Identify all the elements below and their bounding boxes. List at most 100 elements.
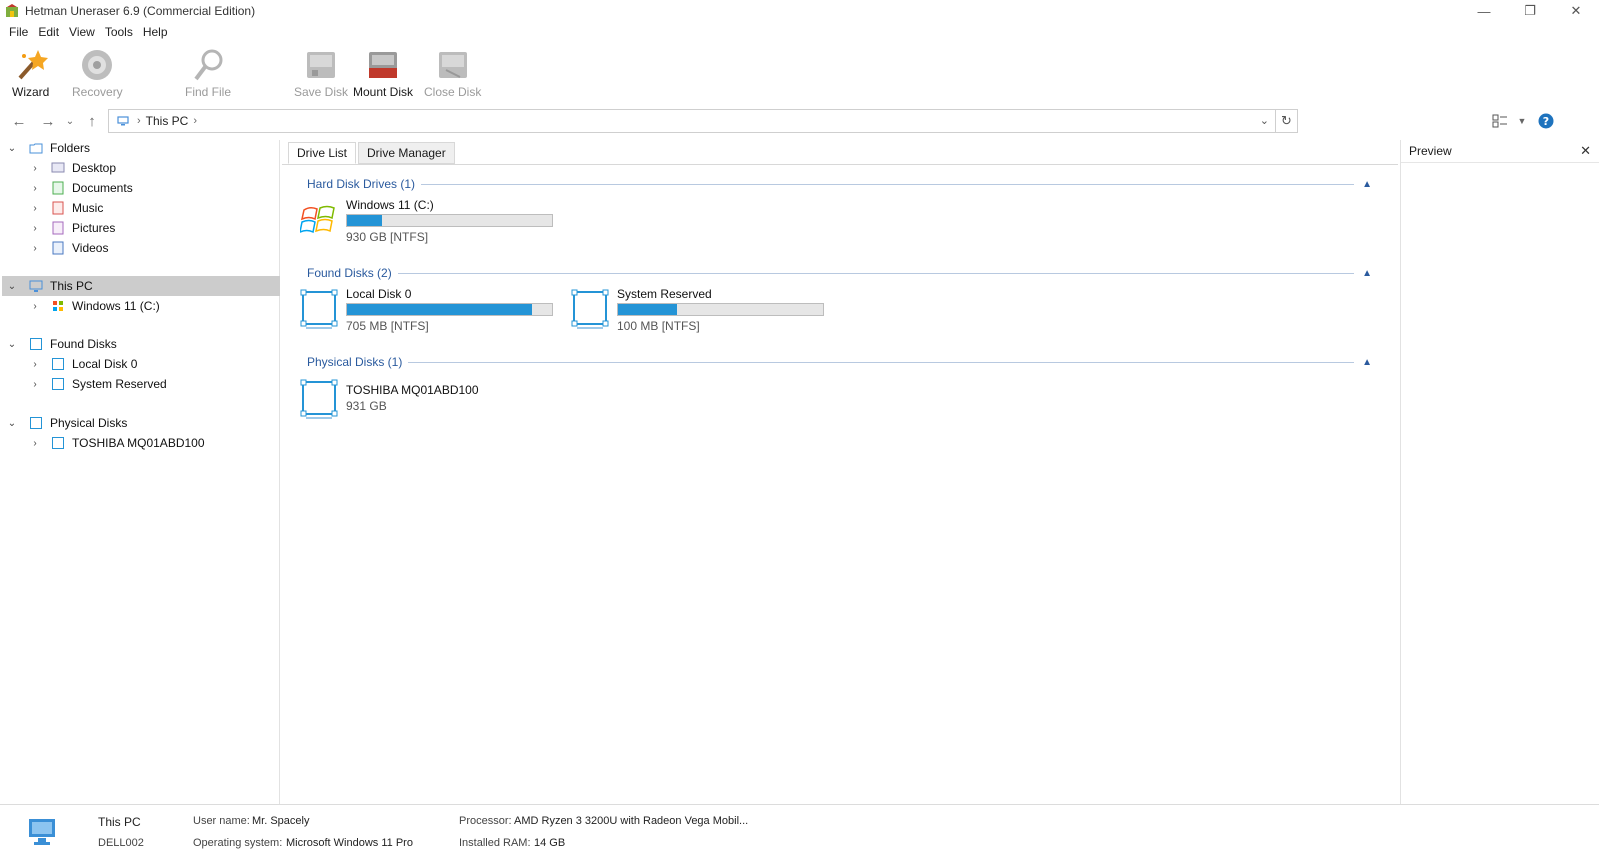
drive-local-disk-0[interactable]: Local Disk 0 705 MB [NTFS] bbox=[300, 287, 560, 333]
close-icon[interactable]: ✕ bbox=[1580, 143, 1591, 159]
recovery-button[interactable]: Recovery bbox=[72, 46, 123, 99]
chevron-up-icon[interactable]: ▲ bbox=[1354, 179, 1372, 190]
os-value: Microsoft Windows 11 Pro bbox=[286, 837, 413, 849]
save-disk-label: Save Disk bbox=[294, 85, 349, 99]
close-disk-button[interactable]: Close Disk bbox=[424, 46, 481, 99]
tree-item-windows-c[interactable]: › Windows 11 (C:) bbox=[0, 296, 280, 316]
disk-icon bbox=[52, 378, 64, 390]
close-disk-label: Close Disk bbox=[424, 85, 482, 99]
chevron-right-icon[interactable]: › bbox=[29, 359, 41, 370]
chevron-down-icon[interactable]: ⌄ bbox=[6, 339, 18, 350]
tree-physical-disks[interactable]: ⌄ Physical Disks bbox=[0, 413, 280, 433]
tree-item-pictures[interactable]: › Pictures bbox=[0, 218, 280, 238]
drive-toshiba[interactable]: TOSHIBA MQ01ABD100 931 GB bbox=[300, 377, 560, 423]
refresh-icon[interactable]: ↻ bbox=[1275, 110, 1297, 132]
menu-view[interactable]: View bbox=[64, 25, 100, 39]
ram-value: 14 GB bbox=[534, 837, 566, 849]
group-header-physical[interactable]: Physical Disks (1) ▲ bbox=[307, 354, 1372, 370]
arrow-up-icon[interactable]: ↑ bbox=[83, 112, 101, 130]
status-host: DELL002 bbox=[98, 837, 144, 849]
breadcrumb-this-pc[interactable]: This PC bbox=[146, 114, 189, 128]
restore-button[interactable]: ❐ bbox=[1507, 0, 1553, 22]
mount-disk-label: Mount Disk bbox=[353, 85, 414, 99]
chevron-right-icon[interactable]: › bbox=[29, 379, 41, 390]
drive-list-pane: Drive List Drive Manager Hard Disk Drive… bbox=[282, 140, 1398, 804]
chevron-down-icon[interactable]: ⌄ bbox=[6, 281, 18, 292]
group-title: Physical Disks (1) bbox=[307, 355, 403, 369]
tree-label: Found Disks bbox=[50, 337, 117, 351]
chevron-right-icon[interactable]: › bbox=[29, 203, 41, 214]
menu-tools[interactable]: Tools bbox=[100, 25, 138, 39]
tree-label: Folders bbox=[50, 141, 91, 155]
address-bar[interactable]: › This PC › ⌄ ↻ bbox=[108, 109, 1298, 133]
tree-item-documents[interactable]: › Documents bbox=[0, 178, 280, 198]
mount-disk-button[interactable]: Mount Disk bbox=[353, 46, 413, 99]
find-file-button[interactable]: Find File bbox=[185, 46, 231, 99]
chevron-right-icon[interactable]: › bbox=[29, 301, 41, 312]
drive-windows-c[interactable]: Windows 11 (C:) 930 GB [NTFS] bbox=[300, 198, 560, 244]
address-dropdown-icon[interactable]: ⌄ bbox=[1260, 114, 1269, 127]
menu-file[interactable]: File bbox=[4, 25, 33, 39]
drive-system-reserved[interactable]: System Reserved 100 MB [NTFS] bbox=[571, 287, 831, 333]
minimize-button[interactable]: — bbox=[1461, 0, 1507, 22]
view-dropdown-icon[interactable]: ▼ bbox=[1513, 112, 1531, 130]
tree-item-toshiba[interactable]: › TOSHIBA MQ01ABD100 bbox=[0, 433, 280, 453]
group-title: Found Disks (2) bbox=[307, 266, 392, 280]
tree-item-videos[interactable]: › Videos bbox=[0, 238, 280, 258]
music-icon bbox=[52, 201, 64, 215]
arrow-right-icon[interactable]: → bbox=[39, 112, 57, 130]
tree-folders[interactable]: ⌄ Folders bbox=[0, 138, 280, 158]
disk-icon bbox=[571, 289, 609, 329]
tree-item-system-reserved[interactable]: › System Reserved bbox=[0, 374, 280, 394]
os-label: Operating system: bbox=[193, 837, 283, 849]
computer-icon bbox=[29, 819, 55, 845]
view-mode-icon[interactable] bbox=[1490, 112, 1510, 130]
usage-bar bbox=[617, 303, 824, 316]
menu-help[interactable]: Help bbox=[138, 25, 173, 39]
chevron-right-icon[interactable]: › bbox=[29, 223, 41, 234]
usage-fill bbox=[618, 304, 678, 315]
chevron-right-icon[interactable]: › bbox=[29, 163, 41, 174]
tree-label: Pictures bbox=[72, 221, 116, 235]
tab-divider bbox=[282, 164, 1398, 165]
chevron-up-icon[interactable]: ▲ bbox=[1354, 357, 1372, 368]
save-disk-button[interactable]: Save Disk bbox=[294, 46, 348, 99]
mount-disk-icon bbox=[365, 46, 401, 84]
group-header-hdd[interactable]: Hard Disk Drives (1) ▲ bbox=[307, 176, 1372, 192]
tree-label: Documents bbox=[72, 181, 133, 195]
folder-tree: ⌄ Folders › Desktop › Documents › Music … bbox=[0, 140, 280, 804]
disk-icon bbox=[30, 338, 42, 350]
wizard-icon bbox=[13, 46, 49, 84]
help-icon[interactable]: ? bbox=[1537, 112, 1555, 130]
chevron-right-icon[interactable]: › bbox=[29, 183, 41, 194]
tree-item-music[interactable]: › Music bbox=[0, 198, 280, 218]
wizard-label: Wizard bbox=[12, 85, 50, 99]
navigation-bar: ← → ⌄ ↑ › This PC › ⌄ ↻ ▼ ? bbox=[0, 106, 1599, 136]
tab-drive-manager[interactable]: Drive Manager bbox=[358, 142, 455, 164]
breadcrumb-separator[interactable]: › bbox=[193, 115, 197, 127]
menu-edit[interactable]: Edit bbox=[33, 25, 64, 39]
tree-this-pc[interactable]: ⌄ This PC bbox=[2, 276, 280, 296]
group-header-found[interactable]: Found Disks (2) ▲ bbox=[307, 265, 1372, 281]
arrow-left-icon[interactable]: ← bbox=[10, 112, 28, 130]
tab-drive-list[interactable]: Drive List bbox=[288, 142, 357, 164]
history-dropdown-icon[interactable]: ⌄ bbox=[61, 112, 79, 130]
tree-found-disks[interactable]: ⌄ Found Disks bbox=[0, 334, 280, 354]
tree-label: Desktop bbox=[72, 161, 117, 175]
tree-item-desktop[interactable]: › Desktop bbox=[0, 158, 280, 178]
chevron-right-icon[interactable]: › bbox=[29, 243, 41, 254]
tree-label: TOSHIBA MQ01ABD100 bbox=[72, 436, 205, 450]
chevron-down-icon[interactable]: ⌄ bbox=[6, 418, 18, 429]
wizard-button[interactable]: Wizard bbox=[12, 46, 49, 99]
chevron-right-icon[interactable]: › bbox=[29, 438, 41, 449]
drive-size: 705 MB [NTFS] bbox=[346, 319, 429, 333]
divider bbox=[421, 183, 1355, 185]
chevron-down-icon[interactable]: ⌄ bbox=[6, 143, 18, 154]
videos-icon bbox=[52, 241, 64, 255]
magnifier-icon bbox=[190, 46, 226, 84]
desktop-icon bbox=[51, 162, 65, 173]
chevron-up-icon[interactable]: ▲ bbox=[1354, 268, 1372, 279]
close-window-button[interactable]: ✕ bbox=[1553, 0, 1599, 22]
tree-item-local-disk-0[interactable]: › Local Disk 0 bbox=[0, 354, 280, 374]
status-name: This PC bbox=[98, 815, 141, 829]
